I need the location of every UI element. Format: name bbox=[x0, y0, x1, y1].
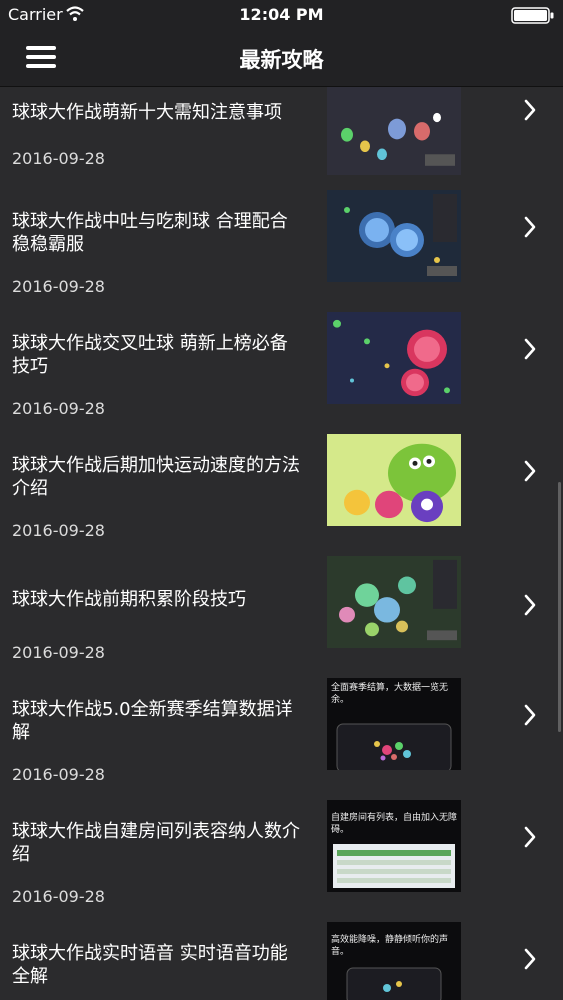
page-title: 最新攻略 bbox=[239, 48, 324, 72]
list-item[interactable]: 球球大作战前期积累阶段技巧 2016-09-28 bbox=[0, 556, 563, 678]
thumbnail-caption: 全面赛季结算，大数据一览无余。 bbox=[331, 683, 449, 705]
chevron-right-icon bbox=[524, 704, 536, 726]
article-date: 2016-09-28 bbox=[12, 277, 105, 296]
thumbnail-graphic bbox=[336, 723, 452, 770]
thumbnail-graphic bbox=[346, 967, 442, 1000]
article-date: 2016-09-28 bbox=[12, 521, 105, 540]
article-thumbnail bbox=[327, 434, 461, 526]
thumbnail-graphic bbox=[333, 844, 455, 888]
article-title: 球球大作战自建房间列表容纳人数介绍 bbox=[12, 821, 300, 865]
list-item[interactable]: 球球大作战5.0全新赛季结算数据详解 2016-09-28 全面赛季结算，大数据… bbox=[0, 678, 563, 800]
navigation-bar: 最新攻略 bbox=[0, 30, 563, 87]
chevron-right-icon bbox=[524, 99, 536, 121]
article-thumbnail bbox=[327, 190, 461, 282]
article-title: 球球大作战后期加快运动速度的方法介绍 bbox=[12, 455, 300, 499]
chevron-right-icon bbox=[524, 826, 536, 848]
chevron-right-icon bbox=[524, 338, 536, 360]
article-title: 球球大作战前期积累阶段技巧 bbox=[12, 589, 246, 610]
article-title: 球球大作战萌新十大需知注意事项 bbox=[12, 102, 282, 123]
article-title: 球球大作战实时语音 实时语音功能全解 bbox=[12, 943, 288, 987]
thumbnail-caption: 自建房间有列表，自由加入无障碍。 bbox=[331, 813, 458, 835]
clock: 12:04 PM bbox=[239, 5, 324, 24]
article-title: 球球大作战5.0全新赛季结算数据详解 bbox=[12, 699, 293, 743]
article-date: 2016-09-28 bbox=[12, 149, 105, 168]
article-thumbnail: 高效能降噪，静静倾听你的声音。 bbox=[327, 922, 461, 1000]
article-thumbnail: 全面赛季结算，大数据一览无余。 bbox=[327, 678, 461, 770]
article-date: 2016-09-28 bbox=[12, 765, 105, 784]
article-thumbnail bbox=[327, 556, 461, 648]
article-thumbnail bbox=[327, 87, 461, 175]
battery-icon bbox=[511, 7, 554, 24]
thumbnail-caption: 高效能降噪，静静倾听你的声音。 bbox=[331, 935, 449, 957]
list-item[interactable]: 球球大作战萌新十大需知注意事项 2016-09-28 bbox=[0, 87, 563, 205]
article-list[interactable]: 球球大作战萌新十大需知注意事项 2016-09-28 球球大作战中吐与吃刺球 合… bbox=[0, 87, 563, 1000]
list-item[interactable]: 球球大作战自建房间列表容纳人数介绍 2016-09-28 自建房间有列表，自由加… bbox=[0, 800, 563, 922]
scroll-indicator[interactable] bbox=[558, 482, 561, 732]
list-item[interactable]: 球球大作战实时语音 实时语音功能全解 高效能降噪，静静倾听你的声音。 bbox=[0, 922, 563, 1000]
article-date: 2016-09-28 bbox=[12, 399, 105, 418]
list-item[interactable]: 球球大作战中吐与吃刺球 合理配合稳稳霸服 2016-09-28 bbox=[0, 190, 563, 312]
article-thumbnail bbox=[327, 312, 461, 404]
list-item[interactable]: 球球大作战交叉吐球 萌新上榜必备技巧 2016-09-28 bbox=[0, 312, 563, 434]
chevron-right-icon bbox=[524, 948, 536, 970]
chevron-right-icon bbox=[524, 594, 536, 616]
list-item[interactable]: 球球大作战后期加快运动速度的方法介绍 2016-09-28 bbox=[0, 434, 563, 556]
article-date: 2016-09-28 bbox=[12, 887, 105, 906]
chevron-right-icon bbox=[524, 460, 536, 482]
article-title: 球球大作战交叉吐球 萌新上榜必备技巧 bbox=[12, 333, 288, 377]
chevron-right-icon bbox=[524, 216, 536, 238]
status-bar: Carrier 12:04 PM bbox=[0, 0, 563, 30]
article-thumbnail: 自建房间有列表，自由加入无障碍。 bbox=[327, 800, 461, 892]
article-title: 球球大作战中吐与吃刺球 合理配合稳稳霸服 bbox=[12, 211, 288, 255]
article-date: 2016-09-28 bbox=[12, 643, 105, 662]
